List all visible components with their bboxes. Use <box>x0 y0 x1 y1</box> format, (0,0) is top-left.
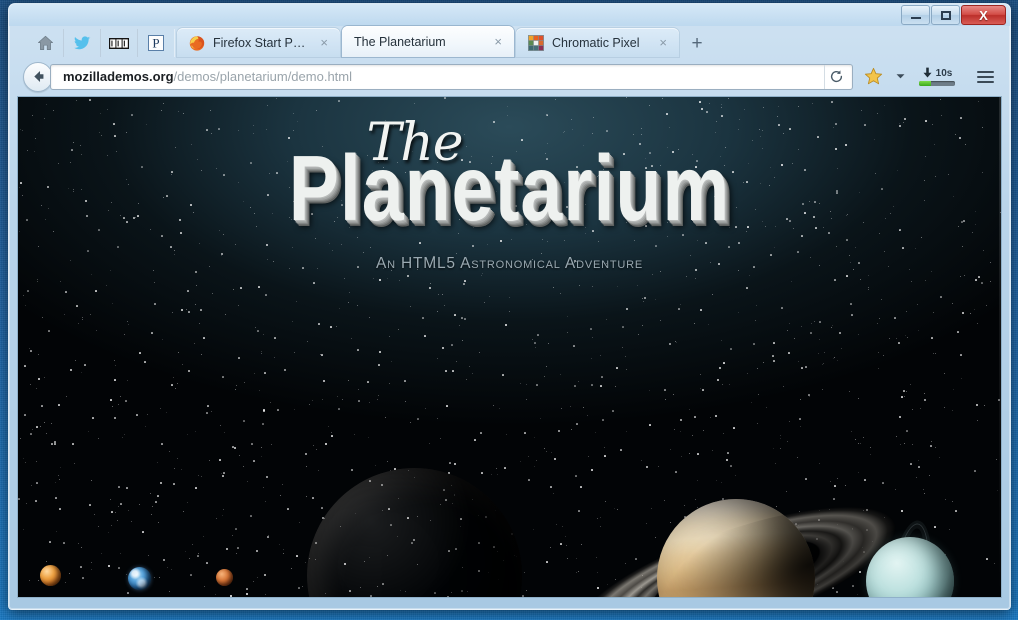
uranus-body <box>866 537 954 597</box>
menu-line <box>976 70 994 73</box>
close-window-button[interactable]: X <box>961 5 1006 25</box>
star-icon <box>864 67 882 85</box>
tab-the-planetarium[interactable]: The Planetarium × <box>342 26 514 57</box>
planet-uranus[interactable] <box>866 521 954 597</box>
planet-earth[interactable] <box>128 567 151 590</box>
new-tab-button[interactable]: + <box>683 29 711 57</box>
tab-close-button[interactable]: × <box>317 36 331 49</box>
download-indicator-button[interactable]: 10s <box>914 62 960 92</box>
home-icon <box>37 35 53 50</box>
tab-chromatic-pixel[interactable]: Chromatic Pixel × <box>516 28 679 57</box>
minimize-button[interactable] <box>901 5 930 25</box>
url-text: mozillademos.org/demos/planetarium/demo.… <box>63 69 824 84</box>
chevron-down-icon <box>896 74 904 79</box>
tab-close-button[interactable]: × <box>491 35 505 48</box>
chromatic-pixel-icon <box>528 34 544 51</box>
back-arrow-icon <box>33 70 43 83</box>
url-host: mozillademos.org <box>63 69 174 84</box>
firefox-icon <box>189 35 205 51</box>
bookmark-star-button[interactable] <box>860 63 886 91</box>
pinboard-pinned-tab[interactable]: P <box>138 29 175 57</box>
reload-button[interactable] <box>824 64 848 89</box>
home-pinned-tab[interactable] <box>27 29 64 57</box>
page-title-block: The Planetarium An HTML5 Astronomical Ad… <box>18 113 1001 273</box>
tab-firefox-start-page[interactable]: Firefox Start Page × <box>177 28 340 57</box>
download-row: 10s <box>922 67 953 79</box>
tab-close-button[interactable]: × <box>656 36 670 49</box>
download-progress-bar <box>919 81 955 86</box>
planet-venus[interactable] <box>40 565 61 586</box>
window-controls: X <box>900 5 1006 25</box>
tab-label: Chromatic Pixel <box>552 35 640 50</box>
viewport-edge-glow <box>999 97 1001 597</box>
svg-text:P: P <box>152 35 159 50</box>
download-arrow-icon <box>923 67 932 78</box>
bbc-pinned-tab[interactable] <box>101 29 138 57</box>
tab-label: The Planetarium <box>354 34 446 49</box>
tab-label: Firefox Start Page <box>213 35 310 50</box>
reload-icon <box>830 70 843 83</box>
desktop-background: X P Firefox Start Page × The Planetarium… <box>0 0 1018 620</box>
menu-line <box>976 80 994 83</box>
plus-icon: + <box>691 32 703 54</box>
download-progress-fill <box>919 81 931 86</box>
bookmark-dropdown-button[interactable] <box>893 63 907 91</box>
menu-line <box>976 75 994 78</box>
back-button[interactable] <box>23 61 53 92</box>
twitter-pinned-tab[interactable] <box>64 29 101 57</box>
bbc-logo-icon <box>109 37 129 49</box>
maximize-button[interactable] <box>931 5 960 25</box>
url-path: /demos/planetarium/demo.html <box>173 69 353 84</box>
tab-strip: P Firefox Start Page × The Planetarium × <box>9 26 1010 57</box>
hamburger-menu-button[interactable] <box>970 62 1000 92</box>
twitter-bird-icon <box>74 35 91 49</box>
planet-mars[interactable] <box>216 569 233 586</box>
url-bar[interactable]: mozillademos.org/demos/planetarium/demo.… <box>50 63 853 90</box>
firefox-browser-window: X P Firefox Start Page × The Planetarium… <box>8 3 1011 610</box>
letter-p-icon: P <box>148 35 164 51</box>
page-subtitle: An HTML5 Astronomical Adventure <box>376 255 643 272</box>
window-titlebar: X <box>9 4 1010 26</box>
navigation-toolbar: mozillademos.org/demos/planetarium/demo.… <box>9 57 1010 96</box>
planet-saturn[interactable] <box>561 475 911 597</box>
page-viewport: The Planetarium An HTML5 Astronomical Ad… <box>17 96 1002 598</box>
page-title: Planetarium <box>288 136 731 241</box>
download-time-remaining: 10s <box>935 67 953 79</box>
